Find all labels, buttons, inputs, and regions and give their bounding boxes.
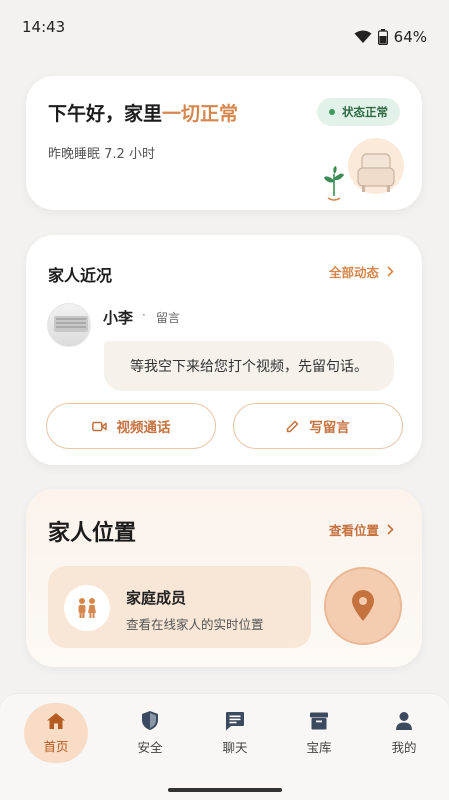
all-updates-label: 全部动态 (328, 265, 379, 280)
pencil-icon (287, 420, 299, 432)
message-tag: 留言 (156, 311, 181, 325)
status-badge-label: 状态正常 (342, 105, 388, 119)
status-icons: 64% (354, 18, 427, 56)
nav-label-home: 首页 (43, 738, 69, 754)
nav-item-home[interactable]: 首页 (24, 703, 88, 763)
greeting-title-accent: 一切正常 (162, 103, 239, 125)
chat-icon (226, 711, 244, 730)
greeting-title-main: 下午好，家里 (48, 103, 163, 125)
status-dot (329, 109, 335, 115)
chevron-right-icon (387, 266, 394, 277)
home-indicator (168, 788, 282, 792)
location-pin-icon (352, 590, 374, 621)
view-location-label: 查看位置 (328, 523, 379, 538)
nav-label-security: 安全 (137, 740, 163, 755)
nav-label-chat: 聊天 (222, 739, 248, 755)
video-call-label: 视频通话 (116, 420, 171, 436)
family-location-card: 家人位置 查看位置 家庭成员 查看在线家人的实时位置 (26, 489, 422, 667)
sender-name: 小李 (103, 309, 134, 327)
nav-item-chat[interactable]: 聊天 (203, 703, 267, 763)
wifi-icon (354, 30, 372, 43)
write-message-button[interactable]: 写留言 (233, 403, 403, 449)
family-members-subtitle: 查看在线家人的实时位置 (126, 617, 264, 632)
chevron-right-icon (387, 524, 394, 535)
message-bubble[interactable]: 等我空下来给您打个视频，先留句话。 (104, 341, 394, 391)
avatar[interactable] (47, 303, 91, 347)
keyboard-photo-icon (54, 316, 88, 332)
bottom-nav: 首页 安全 聊天 宝库 我的 (0, 693, 449, 800)
family-members-card[interactable]: 家庭成员 查看在线家人的实时位置 (48, 566, 311, 648)
armchair-plant-illustration (324, 138, 404, 201)
separator-dot: · (142, 308, 146, 322)
battery-percent: 64% (393, 28, 427, 46)
nav-label-profile: 我的 (391, 739, 417, 755)
greeting-card: 下午好，家里一切正常 昨晚睡眠 7.2 小时 状态正常 (26, 76, 422, 210)
battery-icon (377, 29, 388, 45)
family-updates-title: 家人近况 (48, 266, 113, 285)
home-icon (47, 712, 65, 729)
sleep-summary: 昨晚睡眠 7.2 小时 (48, 147, 155, 162)
status-bar: 14:43 64% (0, 0, 449, 56)
family-updates-card: 家人近况 全部动态 小李 · 留言 等我空下来给您打个视频，先留句话。 视频通话… (26, 235, 422, 465)
nav-item-profile[interactable]: 我的 (372, 703, 436, 763)
archive-icon (310, 712, 328, 729)
video-call-button[interactable]: 视频通话 (46, 403, 216, 449)
video-camera-icon (91, 421, 107, 431)
person-icon (396, 711, 412, 730)
all-updates-link[interactable]: 全部动态 (329, 262, 394, 281)
write-message-label: 写留言 (309, 420, 350, 436)
family-members-title: 家庭成员 (126, 589, 187, 607)
nav-label-archive: 宝库 (306, 739, 332, 755)
greeting-title: 下午好，家里一切正常 (48, 99, 238, 126)
view-location-link[interactable]: 查看位置 (329, 520, 394, 539)
status-badge: 状态正常 (317, 98, 400, 126)
status-time: 14:43 (22, 18, 66, 36)
nav-item-archive[interactable]: 宝库 (287, 703, 351, 763)
shield-icon (142, 711, 158, 730)
family-members-icon (64, 585, 110, 631)
location-title: 家人位置 (48, 521, 137, 546)
nav-item-security[interactable]: 安全 (118, 703, 182, 763)
location-pin-button[interactable] (324, 567, 402, 645)
